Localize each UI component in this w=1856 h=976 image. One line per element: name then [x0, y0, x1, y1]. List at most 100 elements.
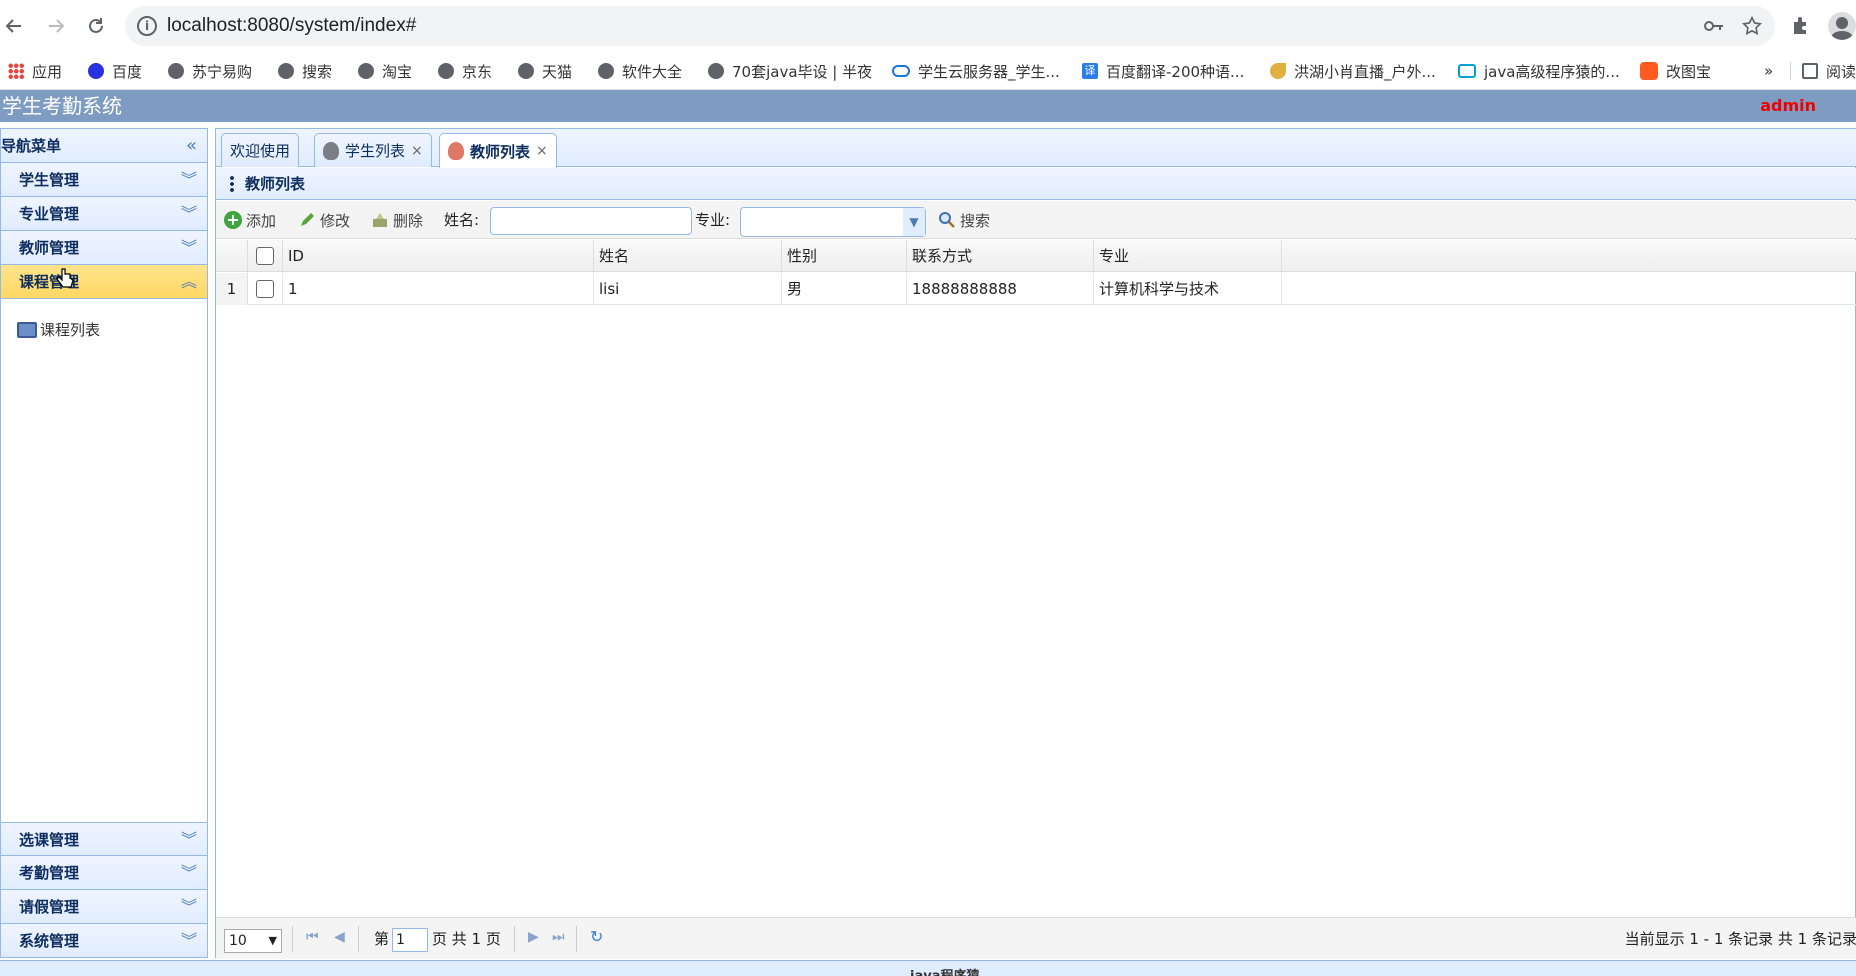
- key-icon[interactable]: [1703, 16, 1725, 40]
- chevron-double-down-icon[interactable]: ︾: [181, 163, 197, 197]
- sidebar-item-label: 专业管理: [19, 205, 80, 223]
- column-header-gender[interactable]: 性别: [782, 240, 907, 272]
- select-all-checkbox[interactable]: [256, 247, 274, 265]
- sidebar-item-student-management[interactable]: 学生管理 ︾: [1, 163, 207, 197]
- close-icon[interactable]: ×: [536, 143, 548, 159]
- globe-icon: [708, 63, 724, 79]
- major-label: 专业:: [695, 211, 731, 229]
- row-checkbox[interactable]: [256, 280, 274, 298]
- bookmark-baidu-translate[interactable]: 译 百度翻译-200种语...: [1082, 60, 1244, 82]
- chevron-double-down-icon[interactable]: ︾: [181, 856, 197, 890]
- pager-divider: [576, 926, 577, 952]
- name-search-input[interactable]: [490, 207, 692, 235]
- sidebar-item-label: 考勤管理: [19, 864, 80, 882]
- first-page-icon[interactable]: ⏮: [306, 929, 319, 945]
- refresh-icon[interactable]: ↻: [590, 927, 603, 946]
- prev-page-icon[interactable]: ◀: [334, 929, 345, 945]
- chevron-double-down-icon[interactable]: ︾: [181, 890, 197, 924]
- row-number: 1: [216, 273, 248, 305]
- sidebar-item-system[interactable]: 系统管理 ︾: [1, 924, 207, 958]
- page-size-select[interactable]: 10 ▼: [224, 929, 282, 953]
- tab-student-list[interactable]: 学生列表 ×: [314, 133, 432, 167]
- user-icon: [448, 142, 464, 160]
- bookmark-suning[interactable]: 苏宁易购: [168, 60, 252, 82]
- bookmarks-more[interactable]: »: [1764, 60, 1773, 82]
- chevron-double-up-icon[interactable]: ︽: [181, 265, 197, 299]
- edit-button[interactable]: 修改: [298, 207, 350, 233]
- star-icon[interactable]: [1741, 15, 1763, 41]
- globe-icon: [518, 63, 534, 79]
- bookmark-gaitubao[interactable]: 改图宝: [1640, 60, 1711, 82]
- url-text[interactable]: localhost:8080/system/index#: [167, 15, 416, 37]
- bookmark-software[interactable]: 软件大全: [598, 60, 682, 82]
- tab-welcome[interactable]: 欢迎使用: [221, 133, 300, 167]
- column-header-name[interactable]: 姓名: [594, 240, 782, 272]
- bookmark-taobao[interactable]: 淘宝: [358, 60, 412, 82]
- tab-teacher-list[interactable]: 教师列表 ×: [439, 133, 557, 168]
- bookmark-apps[interactable]: 应用: [8, 60, 62, 82]
- panel-header: 教师列表: [216, 168, 1856, 200]
- forward-arrow-icon[interactable]: [42, 12, 70, 40]
- profile-avatar-icon[interactable]: [1828, 12, 1856, 40]
- reload-icon[interactable]: [82, 12, 110, 40]
- sidebar-item-leave[interactable]: 请假管理 ︾: [1, 890, 207, 924]
- column-header-id[interactable]: ID: [283, 240, 594, 272]
- column-header-major[interactable]: 专业: [1094, 240, 1282, 272]
- bookmark-reading-list[interactable]: 阅读: [1802, 60, 1856, 82]
- sidebar-item-teacher-management[interactable]: 教师管理 ︾: [1, 231, 207, 265]
- next-page-icon[interactable]: ▶: [528, 929, 539, 945]
- delete-button[interactable]: 删除: [371, 207, 423, 233]
- major-select[interactable]: ▼: [740, 207, 926, 237]
- chevron-double-down-icon[interactable]: ︾: [181, 924, 197, 958]
- globe-icon: [438, 63, 454, 79]
- pager-divider: [358, 926, 359, 952]
- bookmark-java-projects[interactable]: 70套java毕设 | 半夜: [708, 60, 872, 82]
- back-arrow-icon[interactable]: [0, 12, 28, 40]
- page-number-input[interactable]: 1: [392, 928, 428, 952]
- tv-icon: [1458, 64, 1476, 78]
- baidu-paw-icon: [88, 63, 104, 79]
- last-page-icon[interactable]: ⏭: [552, 929, 565, 945]
- collapse-left-icon[interactable]: «: [186, 135, 197, 156]
- panel-title: 教师列表: [245, 175, 306, 193]
- sidebar-item-major-management[interactable]: 专业管理 ︾: [1, 197, 207, 231]
- bookmark-jd[interactable]: 京东: [438, 60, 492, 82]
- close-icon[interactable]: ×: [411, 143, 423, 159]
- sidebar-subitem-course-list[interactable]: 课程列表: [17, 319, 100, 340]
- table-row[interactable]: 1 1 lisi 男 18888888888 计算机科学与技术: [216, 273, 1856, 305]
- add-button[interactable]: + 添加: [224, 207, 276, 233]
- site-info-icon[interactable]: i: [137, 16, 157, 36]
- cloud-icon: [892, 65, 910, 77]
- cell-major: 计算机科学与技术: [1094, 273, 1282, 305]
- globe-icon: [168, 63, 184, 79]
- apps-grid-icon: [8, 63, 24, 79]
- row-select-cell: [248, 273, 283, 305]
- bookmark-student-cloud[interactable]: 学生云服务器_学生...: [892, 60, 1060, 82]
- column-header-phone[interactable]: 联系方式: [907, 240, 1094, 272]
- cell-id: 1: [283, 273, 594, 305]
- globe-icon: [598, 63, 614, 79]
- sidebar-item-attendance[interactable]: 考勤管理 ︾: [1, 856, 207, 890]
- browser-toolbar: i localhost:8080/system/index#: [0, 0, 1856, 52]
- sidebar-item-course-selection[interactable]: 选课管理 ︾: [1, 822, 207, 856]
- search-button[interactable]: 搜索: [938, 207, 990, 233]
- remove-icon: [371, 211, 389, 229]
- chevron-double-down-icon[interactable]: ︾: [181, 823, 197, 857]
- chevron-down-icon[interactable]: ▼: [903, 208, 925, 236]
- sidebar-item-label: 教师管理: [19, 239, 80, 257]
- current-user[interactable]: admin: [1760, 90, 1816, 122]
- chevron-double-down-icon[interactable]: ︾: [181, 197, 197, 231]
- bookmark-search[interactable]: 搜索: [278, 60, 332, 82]
- globe-icon: [278, 63, 294, 79]
- sidebar-item-course-management[interactable]: 课程管理 ︽: [1, 265, 207, 299]
- sidebar-item-label: 请假管理: [19, 898, 80, 916]
- bookmark-baidu[interactable]: 百度: [88, 60, 142, 82]
- bookmark-bilibili[interactable]: java高级程序猿的...: [1458, 60, 1620, 82]
- footer-text: java程序猿: [910, 965, 979, 976]
- address-bar[interactable]: i localhost:8080/system/index#: [125, 6, 1775, 46]
- chevron-double-down-icon[interactable]: ︾: [181, 231, 197, 265]
- bookmark-live[interactable]: 洪湖小肖直播_户外...: [1270, 60, 1436, 82]
- extensions-icon[interactable]: [1790, 14, 1812, 40]
- app-title: 学生考勤系统: [2, 94, 122, 118]
- bookmark-tmall[interactable]: 天猫: [518, 60, 572, 82]
